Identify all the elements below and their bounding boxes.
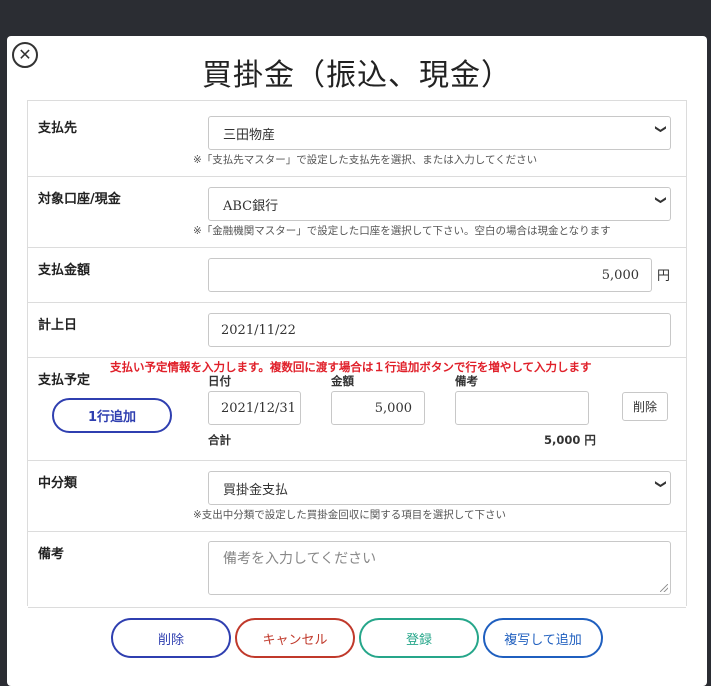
amount-row: 支払金額 5,000 円 [28,247,686,303]
chevron-down-icon: ❯ [654,479,668,489]
modal-dialog: ✕ 買掛金（振込、現金） 支払先 三田物産 ❯ ※「支払先マスター」で設定した支… [7,36,707,686]
chevron-down-icon: ❯ [654,124,668,134]
schedule-amount-value: 5,000 [374,400,412,416]
payee-row: 支払先 三田物産 ❯ ※「支払先マスター」で設定した支払先を選択、または入力して… [28,101,686,177]
schedule-col-date: 日付 [208,374,231,388]
schedule-label: 支払予定 [38,373,91,388]
schedule-note-input[interactable] [455,391,589,425]
account-value: ABC銀行 [223,198,279,214]
schedule-date-input[interactable]: 2021/12/31 [208,391,301,425]
page-title: 買掛金（振込、現金） [202,58,512,93]
register-button[interactable]: 登録 [359,618,479,658]
category-row: 中分類 買掛金支払 ❯ ※支出中分類で設定した買掛金回収に関する項目を選択して下… [28,460,686,532]
cancel-button[interactable]: キャンセル [235,618,355,658]
delete-button[interactable]: 削除 [111,618,231,658]
note-placeholder: 備考を入力してください [223,551,377,567]
account-select[interactable]: ABC銀行 ❯ [208,187,671,221]
add-row-button[interactable]: 1行追加 [52,398,172,433]
payee-value: 三田物産 [223,127,276,143]
delete-row-button[interactable]: 削除 [622,392,668,421]
account-hint: ※「金融機関マスター」で設定した口座を選択して下さい。空白の場合は現金となります [193,225,611,237]
amount-value: 5,000 [601,267,639,283]
schedule-date-value: 2021/12/31 [221,400,296,416]
copy-add-button[interactable]: 複写して追加 [483,618,603,658]
payee-hint: ※「支払先マスター」で設定した支払先を選択、または入力してください [193,154,538,166]
amount-label: 支払金額 [38,263,91,278]
form-area: 支払先 三田物産 ❯ ※「支払先マスター」で設定した支払先を選択、または入力して… [27,100,687,608]
schedule-total-label: 合計 [208,433,231,447]
account-row: 対象口座/現金 ABC銀行 ❯ ※「金融機関マスター」で設定した口座を選択して下… [28,176,686,248]
category-hint: ※支出中分類で設定した買掛金回収に関する項目を選択して下さい [193,509,506,521]
amount-input[interactable]: 5,000 [208,258,652,292]
resize-handle-icon[interactable] [660,584,668,592]
note-label: 備考 [38,547,65,562]
schedule-total-value: 5,000 円 [544,433,596,447]
date-label: 計上日 [38,318,78,333]
schedule-col-amount: 金額 [331,374,354,388]
payee-select[interactable]: 三田物産 ❯ [208,116,671,150]
account-label: 対象口座/現金 [38,192,121,207]
date-row: 計上日 2021/11/22 [28,302,686,358]
category-value: 買掛金支払 [223,482,289,498]
date-input[interactable]: 2021/11/22 [208,313,671,347]
note-textarea[interactable]: 備考を入力してください [208,541,671,595]
schedule-col-note: 備考 [455,374,478,388]
schedule-row: 支払い予定情報を入力します。複数回に渡す場合は１行追加ボタンで行を増やして入力し… [28,357,686,461]
footer-buttons: 削除 キャンセル 登録 複写して追加 [7,616,707,658]
schedule-amount-input[interactable]: 5,000 [331,391,425,425]
date-value: 2021/11/22 [221,322,296,338]
amount-unit: 円 [657,269,671,284]
note-row: 備考 備考を入力してください [28,531,686,608]
category-select[interactable]: 買掛金支払 ❯ [208,471,671,505]
chevron-down-icon: ❯ [654,195,668,205]
payee-label: 支払先 [38,121,78,136]
category-label: 中分類 [38,476,78,491]
